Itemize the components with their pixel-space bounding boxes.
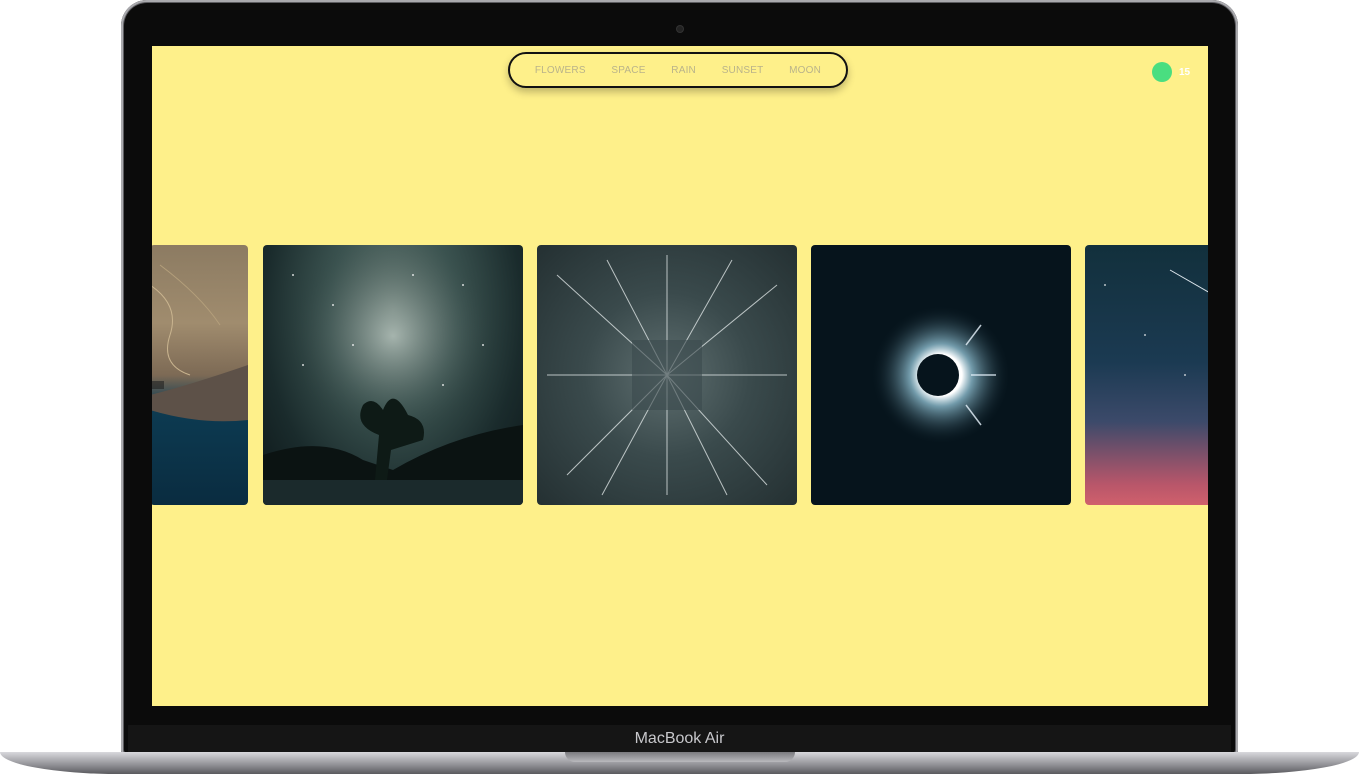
star-trails-image: [547, 255, 787, 496]
nav-item-moon[interactable]: MOON: [789, 65, 821, 76]
gallery-item-star-trails[interactable]: [537, 245, 797, 505]
nav-item-flowers[interactable]: FLOWERS: [535, 65, 586, 76]
counter: 15: [1152, 62, 1190, 82]
status-dot-icon: [1152, 62, 1172, 82]
gallery-item-milky-way[interactable]: [263, 245, 523, 505]
nav-item-rain[interactable]: RAIN: [671, 65, 696, 76]
nav-item-sunset[interactable]: SUNSET: [722, 65, 764, 76]
night-sky-gradient-image: [1104, 269, 1208, 376]
gallery-item-eclipse[interactable]: [811, 245, 1071, 505]
solar-eclipse-image: [871, 305, 1011, 445]
laptop-notch: [565, 752, 795, 762]
category-nav: FLOWERS SPACE RAIN SUNSET MOON: [508, 52, 848, 88]
milky-way-tree-lake-image: [263, 245, 523, 505]
gallery-item-earth[interactable]: [152, 245, 248, 505]
webcam: [677, 26, 683, 32]
device-label: MacBook Air: [634, 730, 725, 747]
gallery-item-night-sky[interactable]: [1085, 245, 1208, 505]
nav-item-space[interactable]: SPACE: [611, 65, 645, 76]
earth-satellite-image: [152, 264, 248, 422]
counter-value: 15: [1179, 66, 1191, 78]
app-screen: FLOWERS SPACE RAIN SUNSET MOON 15: [152, 46, 1208, 706]
